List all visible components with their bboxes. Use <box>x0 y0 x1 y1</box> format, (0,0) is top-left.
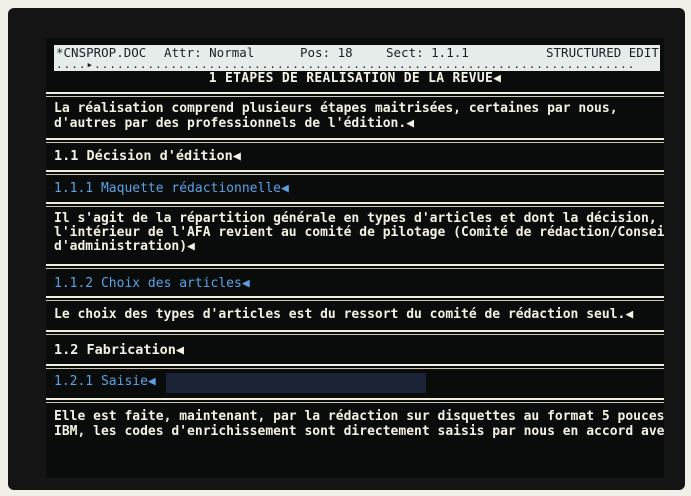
chapter-heading[interactable]: 1 ETAPES DE REALISATION DE LA REVUE◀ <box>46 71 664 89</box>
divider <box>46 92 664 97</box>
divider <box>46 264 664 269</box>
subsection-heading-1-2-1[interactable]: 1.2.1 Saisie◀ <box>54 374 156 389</box>
paragraph-line[interactable]: d'administration)◀ <box>54 239 660 255</box>
subsection-heading-1-1-2[interactable]: 1.1.2 Choix des articles◀ <box>54 276 250 291</box>
monitor-bezel: *CNSPROP.DOC Attr: Normal Pos: 18 Sect: … <box>8 8 685 490</box>
section-heading-1-2[interactable]: 1.2 Fabrication◀ <box>54 342 184 358</box>
divider <box>46 364 664 369</box>
selection-highlight <box>166 373 426 393</box>
paragraph-line[interactable]: IBM, les codes d'enrichissement sont dir… <box>54 424 664 440</box>
ruler-line: ....▸...................................… <box>56 58 636 71</box>
divider <box>46 398 664 403</box>
paragraph-line[interactable]: Le choix des types d'articles est du res… <box>54 307 660 323</box>
intro-line[interactable]: d'autres par des professionnels de l'édi… <box>54 116 660 132</box>
status-bar: *CNSPROP.DOC Attr: Normal Pos: 18 Sect: … <box>54 45 660 71</box>
divider <box>46 138 664 143</box>
intro-line[interactable]: La réalisation comprend plusieurs étapes… <box>54 101 660 117</box>
divider <box>46 296 664 301</box>
divider <box>46 330 664 335</box>
section-heading-1-1[interactable]: 1.1 Décision d'édition◀ <box>54 148 241 164</box>
subsection-heading-1-1-1[interactable]: 1.1.1 Maquette rédactionnelle◀ <box>54 181 289 196</box>
divider <box>46 170 664 175</box>
paragraph-line[interactable]: Elle est faite, maintenant, par la rédac… <box>54 409 664 425</box>
editor-screen: *CNSPROP.DOC Attr: Normal Pos: 18 Sect: … <box>46 38 664 478</box>
divider <box>46 202 664 207</box>
